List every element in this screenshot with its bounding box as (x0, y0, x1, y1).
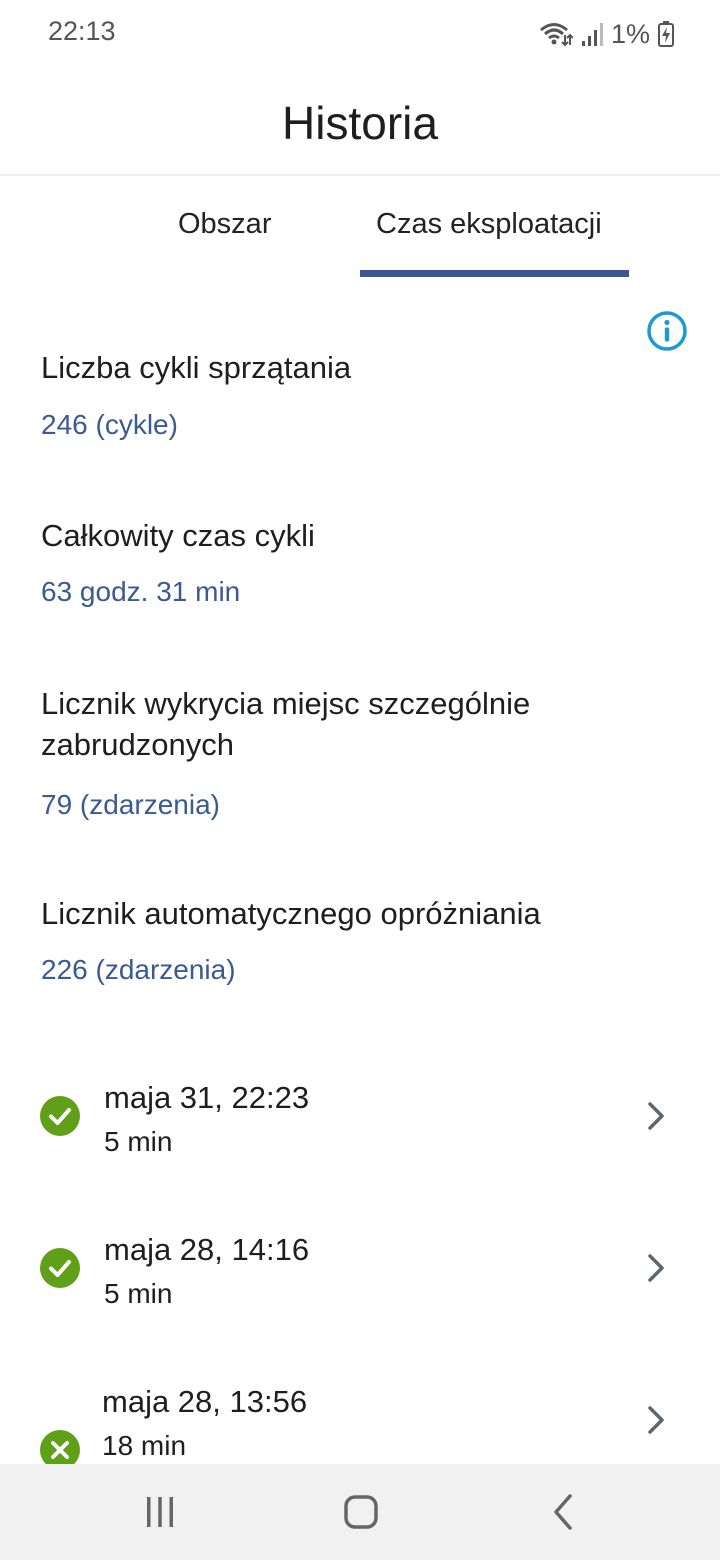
history-duration: 5 min (104, 1126, 173, 1157)
battery-percent: 1% (610, 18, 650, 49)
tab-runtime[interactable]: Czas eksploatacji (376, 208, 602, 241)
tab-selected-indicator (360, 270, 629, 277)
status-icons: 1% (539, 16, 674, 52)
check-circle-icon (40, 1096, 80, 1136)
stat-value: 246 (cykle) (41, 409, 178, 440)
stat-title: Całkowity czas cykli (41, 518, 315, 553)
stat-total-cycle-time: Całkowity czas cykli 63 godz. 31 min (41, 515, 661, 610)
tab-area[interactable]: Obszar (178, 208, 271, 241)
status-time: 22:13 (48, 16, 116, 46)
page-title: Historia (282, 97, 438, 149)
history-date: maja 31, 22:23 (104, 1080, 310, 1115)
system-nav-bar (0, 1464, 720, 1560)
history-date: maja 28, 14:16 (104, 1232, 310, 1267)
chevron-right-icon (648, 1102, 664, 1130)
chevron-right-icon (648, 1406, 664, 1434)
history-item[interactable]: maja 28, 14:16 5 min (0, 1212, 720, 1342)
x-circle-icon (40, 1430, 80, 1464)
status-bar: 22:13 1% (0, 0, 720, 68)
chevron-right-icon (648, 1254, 664, 1282)
info-icon[interactable] (646, 310, 688, 352)
stat-title: Licznik automatycznego opróżniania (41, 896, 541, 931)
home-icon[interactable] (341, 1492, 381, 1532)
signal-icon (581, 23, 603, 46)
wifi-icon (540, 23, 573, 47)
stat-title: Liczba cykli sprzątania (41, 350, 352, 385)
app-header: Historia (0, 68, 720, 176)
stat-value: 226 (zdarzenia) (41, 954, 236, 985)
history-item[interactable]: maja 28, 13:56 18 min (0, 1364, 720, 1464)
stat-dirt-detection: Licznik wykrycia miejsc szczególnie zabr… (41, 683, 621, 823)
back-icon[interactable] (544, 1492, 584, 1532)
stat-value: 63 godz. 31 min (41, 576, 241, 607)
stat-auto-empty: Licznik automatycznego opróżniania 226 (… (41, 893, 661, 988)
stat-title: Licznik wykrycia miejsc szczególnie zabr… (41, 686, 531, 762)
history-duration: 18 min (102, 1430, 187, 1461)
history-duration: 5 min (104, 1278, 173, 1309)
stat-value: 79 (zdarzenia) (41, 789, 220, 820)
tab-bar: Obszar Czas eksploatacji (0, 178, 720, 278)
history-date: maja 28, 13:56 (102, 1384, 308, 1419)
history-item[interactable]: maja 31, 22:23 5 min (0, 1060, 720, 1190)
battery-charging-icon (658, 21, 674, 47)
check-circle-icon (40, 1248, 80, 1288)
stat-cleaning-cycles: Liczba cykli sprzątania 246 (cykle) (41, 347, 661, 443)
recent-apps-icon[interactable] (140, 1492, 180, 1532)
